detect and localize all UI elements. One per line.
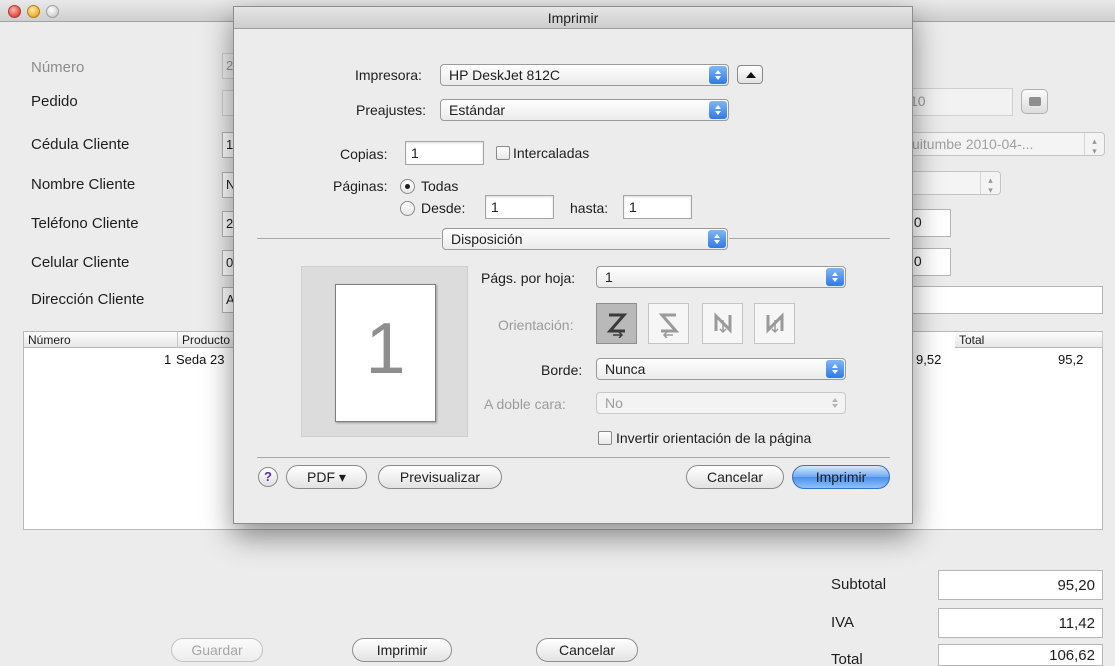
print-dialog: Imprimir Impresora: HP DeskJet 812C Prea… [233,6,913,524]
calendar-button[interactable] [1021,89,1048,114]
reverse-orientation-label: Invertir orientación de la página [616,430,812,446]
subtotal-value: 95,20 [938,570,1103,600]
pages-per-sheet-value: 1 [605,269,613,285]
column-header-producto[interactable]: Producto [178,332,234,348]
pedido-select[interactable]: uitumbe 2010-04-... ▴ ▾ [905,132,1105,156]
cancelar-button[interactable]: Cancelar [536,638,638,662]
orientation-reverse-n-icon [766,312,784,334]
presets-select[interactable]: Estándar [440,99,729,121]
pedido-label: Pedido [31,93,78,110]
print-dialog-titlebar: Imprimir [234,7,912,29]
total-value: 106,62 [938,644,1103,666]
copies-label: Copias: [340,146,388,162]
imprimir-button[interactable]: Imprimir [352,638,452,662]
presets-label: Preajustes: [356,102,427,118]
help-button[interactable]: ? [258,467,278,487]
preview-page-number: 1 [365,309,406,389]
row-precio: 9,52 [916,352,942,367]
iva-label: IVA [831,614,855,631]
pages-per-sheet-select[interactable]: 1 [596,266,846,288]
orientation-z-option[interactable] [596,303,637,344]
two-sided-select-value: No [605,395,623,411]
cancel-print-button[interactable]: Cancelar [686,465,784,489]
page-preview: 1 [301,266,468,437]
row-numero: 1 [164,352,172,367]
collated-checkbox[interactable] [496,146,510,160]
printer-select-value: HP DeskJet 812C [449,67,561,83]
presets-select-value: Estándar [449,102,506,118]
guardar-button[interactable]: Guardar [171,638,263,662]
orientation-s-icon [658,313,680,338]
pages-all-radio[interactable] [400,179,415,194]
printer-label: Impresora: [355,67,422,83]
column-header-numero[interactable]: Número [24,332,178,348]
pages-range-radio[interactable] [400,201,415,216]
pedido-date-field: 10 [905,88,1013,116]
border-label: Borde: [541,362,583,378]
orientation-label: Orientación: [498,317,574,333]
total-label: Total [831,651,863,666]
printer-select[interactable]: HP DeskJet 812C [440,64,729,86]
pages-to-field[interactable]: 1 [623,195,692,219]
zoom-window-button[interactable] [46,5,59,18]
direccion-right-field[interactable] [905,286,1103,314]
column-header-total[interactable]: Total [955,332,1103,348]
cliente-select[interactable]: ▴ ▾ [905,171,1001,195]
iva-value: 11,42 [938,608,1103,638]
two-sided-select: No [596,392,846,414]
border-select-value: Nunca [605,361,646,377]
section-separator-right [729,238,890,239]
direccion-cliente-label: Dirección Cliente [31,291,145,308]
section-select-value: Disposición [451,231,523,247]
pages-from-label: Desde: [421,200,466,216]
footer-separator [257,457,890,458]
pages-per-sheet-label: Págs. por hoja: [481,270,576,286]
orientation-n-option[interactable] [702,303,743,344]
chevron-up-icon [746,72,756,78]
two-sided-label: A doble cara: [484,396,566,412]
preview-button[interactable]: Previsualizar [378,465,502,489]
collated-label: Intercaladas [513,145,590,161]
celular-cliente-label: Celular Cliente [31,254,130,271]
numero-label: Número [31,59,85,76]
orientation-n-icon [714,312,732,334]
minimize-window-button[interactable] [27,5,40,18]
pages-from-field[interactable]: 1 [485,195,554,219]
orientation-reverse-n-option[interactable] [754,303,795,344]
telefono-cliente-label: Teléfono Cliente [31,215,139,232]
copies-field[interactable]: 1 [405,141,484,165]
orientation-s-option[interactable] [648,303,689,344]
stepper-arrows-icon [826,360,844,378]
pedido-select-value: uitumbe 2010-04-... [912,136,1034,152]
stepper-arrows-icon [709,66,727,84]
stepper-arrows-icon [708,230,726,248]
orientation-z-icon [606,313,628,338]
calendar-icon [1029,97,1041,106]
stepper-arrows-icon [826,394,844,412]
print-button[interactable]: Imprimir [792,465,890,489]
row-total: 95,2 [1058,352,1084,367]
close-window-button[interactable] [8,5,21,18]
print-dialog-title: Imprimir [547,10,599,26]
collapse-details-button[interactable] [737,65,763,84]
cedula-cliente-label: Cédula Cliente [31,136,130,153]
row-producto: Seda 23 [176,352,225,367]
stepper-arrows-icon [709,101,727,119]
preview-page: 1 [335,284,436,422]
stepper-arrows-icon [826,268,844,286]
section-separator-left [257,238,441,239]
pages-to-label: hasta: [570,200,609,216]
subtotal-label: Subtotal [831,576,887,593]
chevron-updown-icon: ▴ ▾ [980,172,1000,194]
chevron-updown-icon: ▴ ▾ [1084,133,1104,155]
pages-all-label: Todas [421,178,459,194]
nombre-cliente-label: Nombre Cliente [31,176,136,193]
reverse-orientation-checkbox[interactable] [598,431,612,445]
border-select[interactable]: Nunca [596,358,846,380]
pages-label: Páginas: [333,178,388,194]
pdf-menu-button[interactable]: PDF ▾ [286,465,367,489]
section-select[interactable]: Disposición [442,228,728,250]
